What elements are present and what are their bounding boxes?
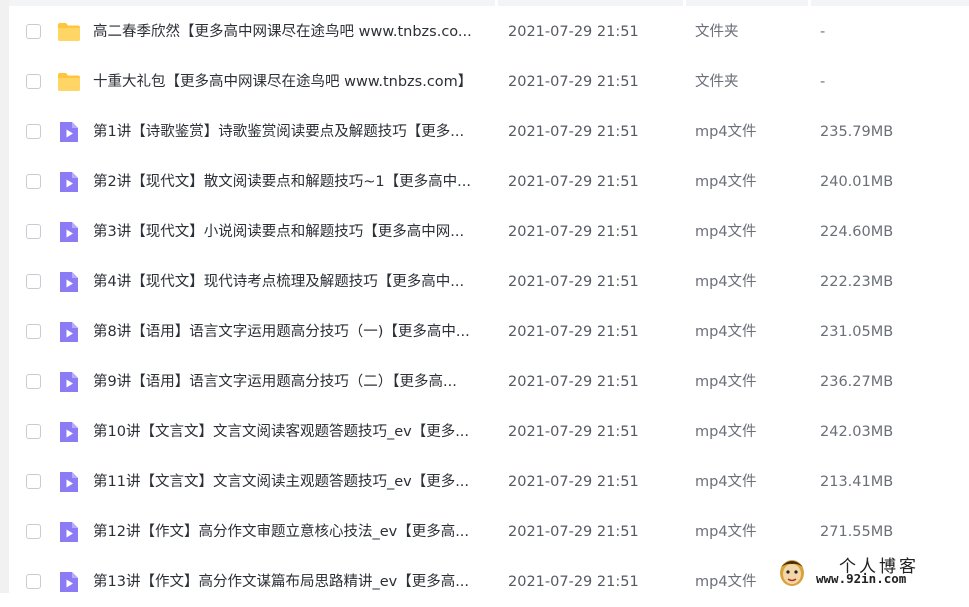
- file-name[interactable]: 高二春季欣然【更多高中网课尽在途鸟吧 www.tnbzs.co...: [93, 22, 472, 42]
- file-date: 2021-07-29 21:51: [508, 574, 639, 590]
- file-row[interactable]: 第1讲【诗歌鉴赏】诗歌鉴赏阅读要点及解题技巧【更多... 2021-07-29 2…: [9, 107, 969, 157]
- file-date: 2021-07-29 21:51: [508, 74, 639, 90]
- file-size: 236.27MB: [820, 374, 894, 390]
- file-size: 231.05MB: [820, 324, 894, 340]
- video-file-icon: [57, 470, 81, 494]
- file-type: mp4文件: [695, 424, 757, 440]
- video-file-icon: [57, 220, 81, 244]
- file-type: mp4文件: [695, 224, 757, 240]
- row-checkbox[interactable]: [26, 474, 41, 489]
- file-type: 文件夹: [695, 24, 739, 40]
- row-checkbox[interactable]: [26, 574, 41, 589]
- file-name[interactable]: 十重大礼包【更多高中网课尽在途鸟吧 www.tnbzs.com】: [93, 72, 472, 92]
- file-size: 271.55MB: [820, 524, 894, 540]
- video-file-icon: [57, 420, 81, 444]
- file-name[interactable]: 第13讲【作文】高分作文谋篇布局思路精讲_ev【更多高...: [93, 572, 469, 592]
- left-panel-edge: [0, 0, 9, 593]
- file-name[interactable]: 第8讲【语用】语言文字运用题高分技巧（一)【更多高中...: [93, 322, 470, 342]
- file-type: mp4文件: [695, 474, 757, 490]
- file-date: 2021-07-29 21:51: [508, 474, 639, 490]
- folder-icon: [57, 20, 81, 44]
- row-checkbox[interactable]: [26, 424, 41, 439]
- file-name[interactable]: 第11讲【文言文】文言文阅读主观题答题技巧_ev【更多...: [93, 472, 469, 492]
- file-date: 2021-07-29 21:51: [508, 274, 639, 290]
- row-checkbox[interactable]: [26, 174, 41, 189]
- file-type: mp4文件: [695, 524, 757, 540]
- watermark-url: www.92in.com: [816, 571, 907, 586]
- file-date: 2021-07-29 21:51: [508, 424, 639, 440]
- watermark: 个人博客 www.92in.com: [767, 551, 969, 593]
- video-file-icon: [57, 270, 81, 294]
- video-file-icon: [57, 570, 81, 594]
- header-strip: [0, 0, 969, 6]
- folder-icon: [57, 70, 81, 94]
- file-name[interactable]: 第4讲【现代文】现代诗考点梳理及解题技巧【更多高中...: [93, 272, 464, 292]
- row-checkbox[interactable]: [26, 524, 41, 539]
- video-file-icon: [57, 520, 81, 544]
- file-size: 213.41MB: [820, 474, 894, 490]
- file-name[interactable]: 第1讲【诗歌鉴赏】诗歌鉴赏阅读要点及解题技巧【更多...: [93, 122, 464, 142]
- row-checkbox[interactable]: [26, 24, 41, 39]
- file-name[interactable]: 第2讲【现代文】散文阅读要点和解题技巧~1【更多高中...: [93, 172, 471, 192]
- file-date: 2021-07-29 21:51: [508, 24, 639, 40]
- row-checkbox[interactable]: [26, 274, 41, 289]
- file-size: 242.03MB: [820, 424, 894, 440]
- file-row[interactable]: 第9讲【语用】语言文字运用题高分技巧（二）【更多高... 2021-07-29 2…: [9, 357, 969, 407]
- row-checkbox[interactable]: [26, 124, 41, 139]
- video-file-icon: [57, 120, 81, 144]
- file-date: 2021-07-29 21:51: [508, 124, 639, 140]
- file-type: 文件夹: [695, 74, 739, 90]
- video-file-icon: [57, 370, 81, 394]
- file-type: mp4文件: [695, 174, 757, 190]
- file-name[interactable]: 第3讲【现代文】小说阅读要点和解题技巧【更多高中网...: [93, 222, 464, 242]
- file-row[interactable]: 第2讲【现代文】散文阅读要点和解题技巧~1【更多高中... 2021-07-29 …: [9, 157, 969, 207]
- file-name[interactable]: 第10讲【文言文】文言文阅读客观题答题技巧_ev【更多...: [93, 422, 469, 442]
- file-type: mp4文件: [695, 274, 757, 290]
- row-checkbox[interactable]: [26, 374, 41, 389]
- file-size: 222.23MB: [820, 274, 894, 290]
- file-type: mp4文件: [695, 324, 757, 340]
- file-date: 2021-07-29 21:51: [508, 524, 639, 540]
- cartoon-face-icon: [780, 560, 804, 586]
- file-size: 224.60MB: [820, 224, 894, 240]
- file-type: mp4文件: [695, 124, 757, 140]
- file-size: 240.01MB: [820, 174, 894, 190]
- file-row[interactable]: 高二春季欣然【更多高中网课尽在途鸟吧 www.tnbzs.co... 2021-0…: [9, 7, 969, 57]
- file-date: 2021-07-29 21:51: [508, 174, 639, 190]
- video-file-icon: [57, 170, 81, 194]
- file-size: 235.79MB: [820, 124, 894, 140]
- row-checkbox[interactable]: [26, 74, 41, 89]
- file-size: -: [820, 24, 826, 40]
- video-file-icon: [57, 320, 81, 344]
- file-row[interactable]: 第10讲【文言文】文言文阅读客观题答题技巧_ev【更多... 2021-07-29…: [9, 407, 969, 457]
- file-list: 高二春季欣然【更多高中网课尽在途鸟吧 www.tnbzs.co... 2021-0…: [9, 7, 969, 607]
- file-date: 2021-07-29 21:51: [508, 374, 639, 390]
- file-name[interactable]: 第9讲【语用】语言文字运用题高分技巧（二）【更多高...: [93, 372, 457, 392]
- file-row[interactable]: 第3讲【现代文】小说阅读要点和解题技巧【更多高中网... 2021-07-29 2…: [9, 207, 969, 257]
- file-row[interactable]: 第12讲【作文】高分作文审题立意核心技法_ev【更多高... 2021-07-29…: [9, 507, 969, 557]
- file-date: 2021-07-29 21:51: [508, 224, 639, 240]
- file-row[interactable]: 第11讲【文言文】文言文阅读主观题答题技巧_ev【更多... 2021-07-29…: [9, 457, 969, 507]
- row-checkbox[interactable]: [26, 324, 41, 339]
- file-row[interactable]: 第8讲【语用】语言文字运用题高分技巧（一)【更多高中... 2021-07-29 …: [9, 307, 969, 357]
- row-checkbox[interactable]: [26, 224, 41, 239]
- file-type: mp4文件: [695, 574, 757, 590]
- file-type: mp4文件: [695, 374, 757, 390]
- file-name[interactable]: 第12讲【作文】高分作文审题立意核心技法_ev【更多高...: [93, 522, 469, 542]
- file-row[interactable]: 十重大礼包【更多高中网课尽在途鸟吧 www.tnbzs.com】 2021-07-…: [9, 57, 969, 107]
- file-size: -: [820, 74, 826, 90]
- file-date: 2021-07-29 21:51: [508, 324, 639, 340]
- file-row[interactable]: 第4讲【现代文】现代诗考点梳理及解题技巧【更多高中... 2021-07-29 2…: [9, 257, 969, 307]
